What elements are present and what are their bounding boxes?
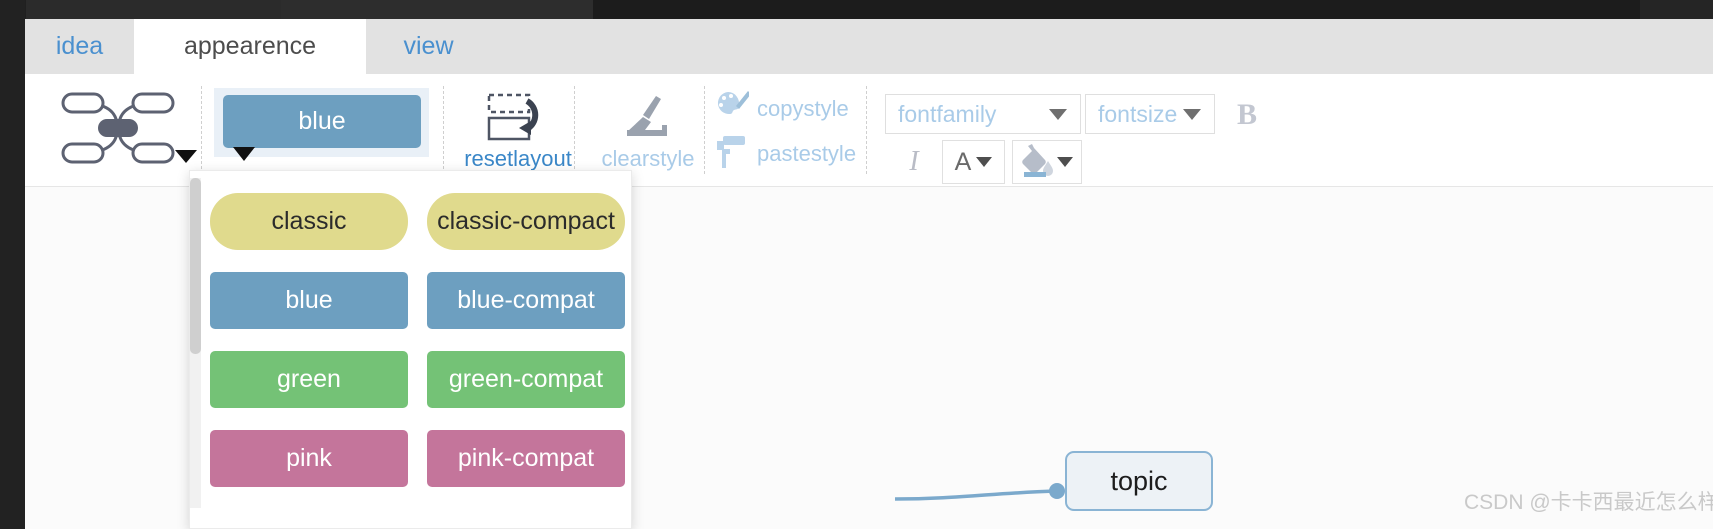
style-clipboard-group: copystyle pastestyle bbox=[715, 84, 860, 179]
theme-option-classic[interactable]: classic bbox=[210, 193, 408, 250]
chevron-down-icon bbox=[1057, 157, 1073, 167]
font-size-select[interactable]: fontsize bbox=[1085, 94, 1215, 134]
text-color-button[interactable]: A bbox=[942, 140, 1005, 184]
font-size-value: fontsize bbox=[1098, 100, 1178, 127]
italic-button[interactable]: I bbox=[894, 142, 934, 182]
clear-style-label: clearstyle bbox=[601, 146, 695, 171]
theme-options-grid: classic classic-compact blue blue-compat… bbox=[210, 193, 625, 487]
reset-layout-label: resetlayout bbox=[464, 146, 572, 171]
theme-option-green-compat[interactable]: green-compat bbox=[427, 351, 625, 408]
layout-button[interactable] bbox=[45, 80, 200, 180]
font-controls-group: fontfamily fontsize B I A bbox=[880, 80, 1360, 184]
copy-style-button[interactable]: copystyle bbox=[715, 90, 849, 127]
watermark-text: CSDN @卡卡西最近怎么样 bbox=[1464, 491, 1713, 514]
chevron-down-icon bbox=[976, 157, 993, 167]
theme-option-blue-compat[interactable]: blue-compat bbox=[427, 272, 625, 329]
reset-layout-button[interactable]: resetlayout bbox=[457, 84, 579, 179]
browser-chrome-segment-b bbox=[281, 0, 593, 19]
theme-option-classic-compact[interactable]: classic-compact bbox=[427, 193, 625, 250]
toolbar-divider-5 bbox=[866, 86, 867, 174]
mindmap-layout-icon bbox=[59, 88, 177, 173]
theme-button[interactable]: blue bbox=[223, 95, 421, 148]
bold-button[interactable]: B bbox=[1225, 94, 1269, 136]
browser-chrome-segment-d bbox=[1640, 0, 1713, 19]
ribbon-tab-bar: idea appearence view bbox=[25, 19, 1713, 74]
chevron-down-icon bbox=[1049, 108, 1067, 120]
chevron-down-icon bbox=[1183, 108, 1201, 120]
browser-chrome-left-strip bbox=[0, 0, 25, 529]
toolbar-divider-2 bbox=[443, 86, 444, 174]
tab-idea[interactable]: idea bbox=[25, 19, 134, 74]
text-color-icon: A bbox=[954, 147, 972, 176]
toolbar-divider-1 bbox=[201, 86, 202, 174]
browser-chrome-segment-c bbox=[593, 0, 1640, 19]
theme-option-pink-compat[interactable]: pink-compat bbox=[427, 430, 625, 487]
app-window: idea appearence view blue resetlayout cl… bbox=[0, 0, 1713, 529]
paint-bucket-icon bbox=[1021, 143, 1055, 182]
theme-option-green[interactable]: green bbox=[210, 351, 408, 408]
brush-icon bbox=[625, 94, 673, 145]
tab-appearence[interactable]: appearence bbox=[134, 19, 366, 74]
chevron-down-icon[interactable] bbox=[175, 150, 197, 163]
clear-style-button[interactable]: clearstyle bbox=[585, 84, 711, 179]
palette-brush-icon bbox=[715, 90, 751, 127]
chevron-down-icon[interactable] bbox=[233, 147, 255, 161]
copy-style-label: copystyle bbox=[757, 95, 849, 121]
font-family-value: fontfamily bbox=[898, 100, 997, 127]
paint-roller-icon bbox=[715, 134, 749, 173]
font-family-select[interactable]: fontfamily bbox=[885, 94, 1081, 134]
reset-layout-icon bbox=[487, 92, 553, 149]
tab-view[interactable]: view bbox=[366, 19, 491, 74]
theme-option-blue[interactable]: blue bbox=[210, 272, 408, 329]
paste-style-label: pastestyle bbox=[757, 140, 857, 166]
paste-style-button[interactable]: pastestyle bbox=[715, 134, 856, 173]
mindmap-node-topic[interactable]: topic bbox=[1065, 451, 1213, 511]
fill-color-button[interactable] bbox=[1012, 140, 1082, 184]
theme-panel-scrollbar-thumb[interactable] bbox=[190, 178, 201, 354]
theme-option-pink[interactable]: pink bbox=[210, 430, 408, 487]
theme-dropdown-panel: classic classic-compact blue blue-compat… bbox=[189, 170, 632, 529]
browser-chrome-segment-a bbox=[26, 0, 281, 19]
